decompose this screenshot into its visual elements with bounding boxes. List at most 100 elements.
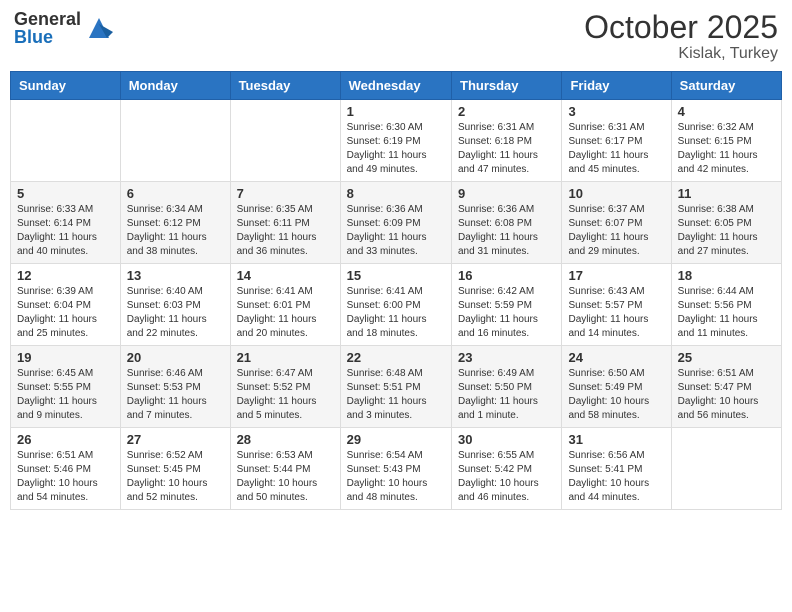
day-info: Sunrise: 6:56 AM Sunset: 5:41 PM Dayligh… <box>568 449 664 505</box>
day-info: Sunrise: 6:45 AM Sunset: 5:55 PM Dayligh… <box>17 367 114 423</box>
day-info: Sunrise: 6:41 AM Sunset: 6:00 PM Dayligh… <box>347 285 445 341</box>
day-info: Sunrise: 6:55 AM Sunset: 5:42 PM Dayligh… <box>458 449 555 505</box>
day-info: Sunrise: 6:51 AM Sunset: 5:47 PM Dayligh… <box>678 367 775 423</box>
calendar-cell: 16 Sunrise: 6:42 AM Sunset: 5:59 PM Dayli… <box>452 264 562 346</box>
day-number: 29 <box>347 432 445 447</box>
day-number: 26 <box>17 432 114 447</box>
day-info: Sunrise: 6:47 AM Sunset: 5:52 PM Dayligh… <box>237 367 334 423</box>
weekday-header-thursday: Thursday <box>452 72 562 100</box>
day-info: Sunrise: 6:39 AM Sunset: 6:04 PM Dayligh… <box>17 285 114 341</box>
weekday-header-saturday: Saturday <box>671 72 781 100</box>
calendar-cell: 31 Sunrise: 6:56 AM Sunset: 5:41 PM Dayli… <box>562 428 671 510</box>
calendar-week-row: 26Sunrise: 6:51 AM Sunset: 5:46 PM Dayli… <box>11 428 782 510</box>
day-number: 27 <box>127 432 224 447</box>
calendar-week-row: 1 Sunrise: 6:30 AM Sunset: 6:19 PM Daylig… <box>11 100 782 182</box>
day-number: 6 <box>127 186 224 201</box>
calendar-cell: 7 Sunrise: 6:35 AM Sunset: 6:11 PM Daylig… <box>230 182 340 264</box>
day-number: 2 <box>458 104 555 119</box>
calendar-cell: 23 Sunrise: 6:49 AM Sunset: 5:50 PM Dayli… <box>452 346 562 428</box>
calendar-cell: 24 Sunrise: 6:50 AM Sunset: 5:49 PM Dayli… <box>562 346 671 428</box>
day-info: Sunrise: 6:48 AM Sunset: 5:51 PM Dayligh… <box>347 367 445 423</box>
day-number: 18 <box>678 268 775 283</box>
day-number: 11 <box>678 186 775 201</box>
title-block: October 2025 Kislak, Turkey <box>584 10 778 63</box>
calendar-cell: 4 Sunrise: 6:32 AM Sunset: 6:15 PM Daylig… <box>671 100 781 182</box>
calendar-cell: 11 Sunrise: 6:38 AM Sunset: 6:05 PM Dayli… <box>671 182 781 264</box>
day-info: Sunrise: 6:41 AM Sunset: 6:01 PM Dayligh… <box>237 285 334 341</box>
weekday-header-tuesday: Tuesday <box>230 72 340 100</box>
calendar-cell: 1 Sunrise: 6:30 AM Sunset: 6:19 PM Daylig… <box>340 100 451 182</box>
day-number: 17 <box>568 268 664 283</box>
day-number: 15 <box>347 268 445 283</box>
day-info: Sunrise: 6:34 AM Sunset: 6:12 PM Dayligh… <box>127 203 224 259</box>
day-info: Sunrise: 6:54 AM Sunset: 5:43 PM Dayligh… <box>347 449 445 505</box>
calendar-table: SundayMondayTuesdayWednesdayThursdayFrid… <box>10 71 782 510</box>
day-info: Sunrise: 6:32 AM Sunset: 6:15 PM Dayligh… <box>678 121 775 177</box>
day-info: Sunrise: 6:38 AM Sunset: 6:05 PM Dayligh… <box>678 203 775 259</box>
day-info: Sunrise: 6:40 AM Sunset: 6:03 PM Dayligh… <box>127 285 224 341</box>
day-number: 14 <box>237 268 334 283</box>
calendar-cell: 18Sunrise: 6:44 AM Sunset: 5:56 PM Dayli… <box>671 264 781 346</box>
day-number: 1 <box>347 104 445 119</box>
day-info: Sunrise: 6:30 AM Sunset: 6:19 PM Dayligh… <box>347 121 445 177</box>
day-info: Sunrise: 6:49 AM Sunset: 5:50 PM Dayligh… <box>458 367 555 423</box>
logo-blue-text: Blue <box>14 28 81 46</box>
weekday-header-friday: Friday <box>562 72 671 100</box>
calendar-cell: 27 Sunrise: 6:52 AM Sunset: 5:45 PM Dayli… <box>120 428 230 510</box>
day-number: 25 <box>678 350 775 365</box>
day-number: 9 <box>458 186 555 201</box>
calendar-cell: 15 Sunrise: 6:41 AM Sunset: 6:00 PM Dayli… <box>340 264 451 346</box>
day-info: Sunrise: 6:37 AM Sunset: 6:07 PM Dayligh… <box>568 203 664 259</box>
calendar-cell: 6 Sunrise: 6:34 AM Sunset: 6:12 PM Daylig… <box>120 182 230 264</box>
day-number: 7 <box>237 186 334 201</box>
calendar-cell: 22 Sunrise: 6:48 AM Sunset: 5:51 PM Dayli… <box>340 346 451 428</box>
weekday-header-row: SundayMondayTuesdayWednesdayThursdayFrid… <box>11 72 782 100</box>
day-info: Sunrise: 6:50 AM Sunset: 5:49 PM Dayligh… <box>568 367 664 423</box>
calendar-cell <box>11 100 121 182</box>
day-info: Sunrise: 6:42 AM Sunset: 5:59 PM Dayligh… <box>458 285 555 341</box>
weekday-header-monday: Monday <box>120 72 230 100</box>
day-number: 3 <box>568 104 664 119</box>
day-info: Sunrise: 6:52 AM Sunset: 5:45 PM Dayligh… <box>127 449 224 505</box>
calendar-cell: 30 Sunrise: 6:55 AM Sunset: 5:42 PM Dayli… <box>452 428 562 510</box>
logo-icon <box>85 14 113 42</box>
calendar-week-row: 12 Sunrise: 6:39 AM Sunset: 6:04 PM Dayli… <box>11 264 782 346</box>
logo: General Blue <box>14 10 113 46</box>
calendar-cell <box>230 100 340 182</box>
calendar-cell: 2 Sunrise: 6:31 AM Sunset: 6:18 PM Daylig… <box>452 100 562 182</box>
calendar-cell: 14 Sunrise: 6:41 AM Sunset: 6:01 PM Dayli… <box>230 264 340 346</box>
day-number: 19 <box>17 350 114 365</box>
day-number: 13 <box>127 268 224 283</box>
day-number: 24 <box>568 350 664 365</box>
calendar-cell: 10Sunrise: 6:37 AM Sunset: 6:07 PM Dayli… <box>562 182 671 264</box>
calendar-cell: 17Sunrise: 6:43 AM Sunset: 5:57 PM Dayli… <box>562 264 671 346</box>
calendar-week-row: 19 Sunrise: 6:45 AM Sunset: 5:55 PM Dayli… <box>11 346 782 428</box>
calendar-cell: 26Sunrise: 6:51 AM Sunset: 5:46 PM Dayli… <box>11 428 121 510</box>
day-number: 12 <box>17 268 114 283</box>
day-number: 4 <box>678 104 775 119</box>
calendar-cell: 21Sunrise: 6:47 AM Sunset: 5:52 PM Dayli… <box>230 346 340 428</box>
calendar-cell <box>671 428 781 510</box>
logo-general-text: General <box>14 10 81 28</box>
day-number: 20 <box>127 350 224 365</box>
day-number: 23 <box>458 350 555 365</box>
calendar-cell: 19 Sunrise: 6:45 AM Sunset: 5:55 PM Dayli… <box>11 346 121 428</box>
page-header: General Blue October 2025 Kislak, Turkey <box>10 10 782 63</box>
calendar-cell: 13 Sunrise: 6:40 AM Sunset: 6:03 PM Dayli… <box>120 264 230 346</box>
calendar-cell: 8Sunrise: 6:36 AM Sunset: 6:09 PM Daylig… <box>340 182 451 264</box>
day-info: Sunrise: 6:35 AM Sunset: 6:11 PM Dayligh… <box>237 203 334 259</box>
day-number: 22 <box>347 350 445 365</box>
day-info: Sunrise: 6:46 AM Sunset: 5:53 PM Dayligh… <box>127 367 224 423</box>
day-number: 28 <box>237 432 334 447</box>
day-info: Sunrise: 6:31 AM Sunset: 6:17 PM Dayligh… <box>568 121 664 177</box>
day-number: 8 <box>347 186 445 201</box>
calendar-cell: 12 Sunrise: 6:39 AM Sunset: 6:04 PM Dayli… <box>11 264 121 346</box>
calendar-cell: 28 Sunrise: 6:53 AM Sunset: 5:44 PM Dayli… <box>230 428 340 510</box>
day-info: Sunrise: 6:36 AM Sunset: 6:08 PM Dayligh… <box>458 203 555 259</box>
day-number: 30 <box>458 432 555 447</box>
day-info: Sunrise: 6:31 AM Sunset: 6:18 PM Dayligh… <box>458 121 555 177</box>
day-number: 16 <box>458 268 555 283</box>
calendar-cell: 29 Sunrise: 6:54 AM Sunset: 5:43 PM Dayli… <box>340 428 451 510</box>
day-info: Sunrise: 6:53 AM Sunset: 5:44 PM Dayligh… <box>237 449 334 505</box>
day-number: 31 <box>568 432 664 447</box>
